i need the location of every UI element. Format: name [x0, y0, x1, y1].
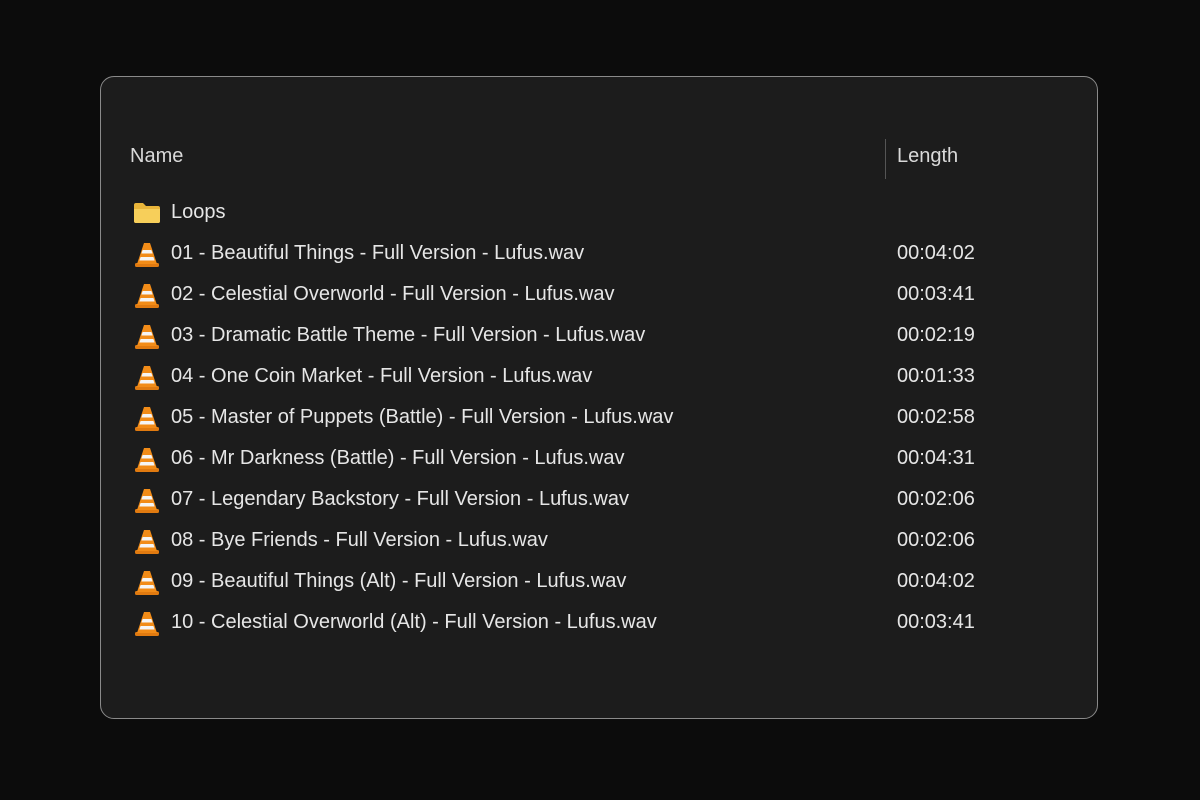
item-name: 10 - Celestial Overworld (Alt) - Full Ve…: [171, 611, 657, 633]
folder-icon: [133, 201, 161, 227]
item-length: 00:03:41: [897, 283, 975, 305]
column-header-length[interactable]: Length: [897, 145, 958, 168]
item-name: 05 - Master of Puppets (Battle) - Full V…: [171, 406, 674, 428]
vlc-icon: [133, 241, 161, 267]
item-name: 02 - Celestial Overworld - Full Version …: [171, 283, 615, 305]
item-name: 04 - One Coin Market - Full Version - Lu…: [171, 365, 593, 387]
item-name: 01 - Beautiful Things - Full Version - L…: [171, 242, 585, 264]
item-length: 00:04:31: [897, 447, 975, 469]
item-name: 07 - Legendary Backstory - Full Version …: [171, 488, 629, 510]
item-length: 00:04:02: [897, 570, 975, 592]
item-length: 00:02:19: [897, 324, 975, 346]
file-row[interactable]: 07 - Legendary Backstory - Full Version …: [101, 479, 1097, 520]
vlc-icon: [133, 323, 161, 349]
file-row[interactable]: 01 - Beautiful Things - Full Version - L…: [101, 233, 1097, 274]
vlc-icon: [133, 487, 161, 513]
folder-row[interactable]: Loops: [101, 192, 1097, 233]
item-name: 06 - Mr Darkness (Battle) - Full Version…: [171, 447, 625, 469]
vlc-icon: [133, 528, 161, 554]
vlc-icon: [133, 446, 161, 472]
file-list: Loops 01 - Beautiful Things - Full Versi…: [101, 192, 1097, 643]
column-header-name[interactable]: Name: [130, 145, 183, 168]
vlc-icon: [133, 569, 161, 595]
item-length: 00:02:58: [897, 406, 975, 428]
item-length: 00:03:41: [897, 611, 975, 633]
vlc-icon: [133, 610, 161, 636]
file-row[interactable]: 02 - Celestial Overworld - Full Version …: [101, 274, 1097, 315]
vlc-icon: [133, 405, 161, 431]
item-length: 00:02:06: [897, 529, 975, 551]
vlc-icon: [133, 364, 161, 390]
item-length: 00:02:06: [897, 488, 975, 510]
file-row[interactable]: 10 - Celestial Overworld (Alt) - Full Ve…: [101, 602, 1097, 643]
file-list-panel: Name Length Loops 01 - Beautiful Things …: [100, 76, 1098, 719]
file-row[interactable]: 06 - Mr Darkness (Battle) - Full Version…: [101, 438, 1097, 479]
file-row[interactable]: 09 - Beautiful Things (Alt) - Full Versi…: [101, 561, 1097, 602]
item-name: 09 - Beautiful Things (Alt) - Full Versi…: [171, 570, 627, 592]
item-length: 00:01:33: [897, 365, 975, 387]
file-row[interactable]: 05 - Master of Puppets (Battle) - Full V…: [101, 397, 1097, 438]
vlc-icon: [133, 282, 161, 308]
file-row[interactable]: 04 - One Coin Market - Full Version - Lu…: [101, 356, 1097, 397]
column-header-row: Name Length: [101, 137, 1097, 179]
item-length: 00:04:02: [897, 242, 975, 264]
item-name: 03 - Dramatic Battle Theme - Full Versio…: [171, 324, 646, 346]
item-name: Loops: [171, 201, 226, 223]
column-divider[interactable]: [885, 139, 886, 179]
file-row[interactable]: 03 - Dramatic Battle Theme - Full Versio…: [101, 315, 1097, 356]
file-row[interactable]: 08 - Bye Friends - Full Version - Lufus.…: [101, 520, 1097, 561]
item-name: 08 - Bye Friends - Full Version - Lufus.…: [171, 529, 548, 551]
